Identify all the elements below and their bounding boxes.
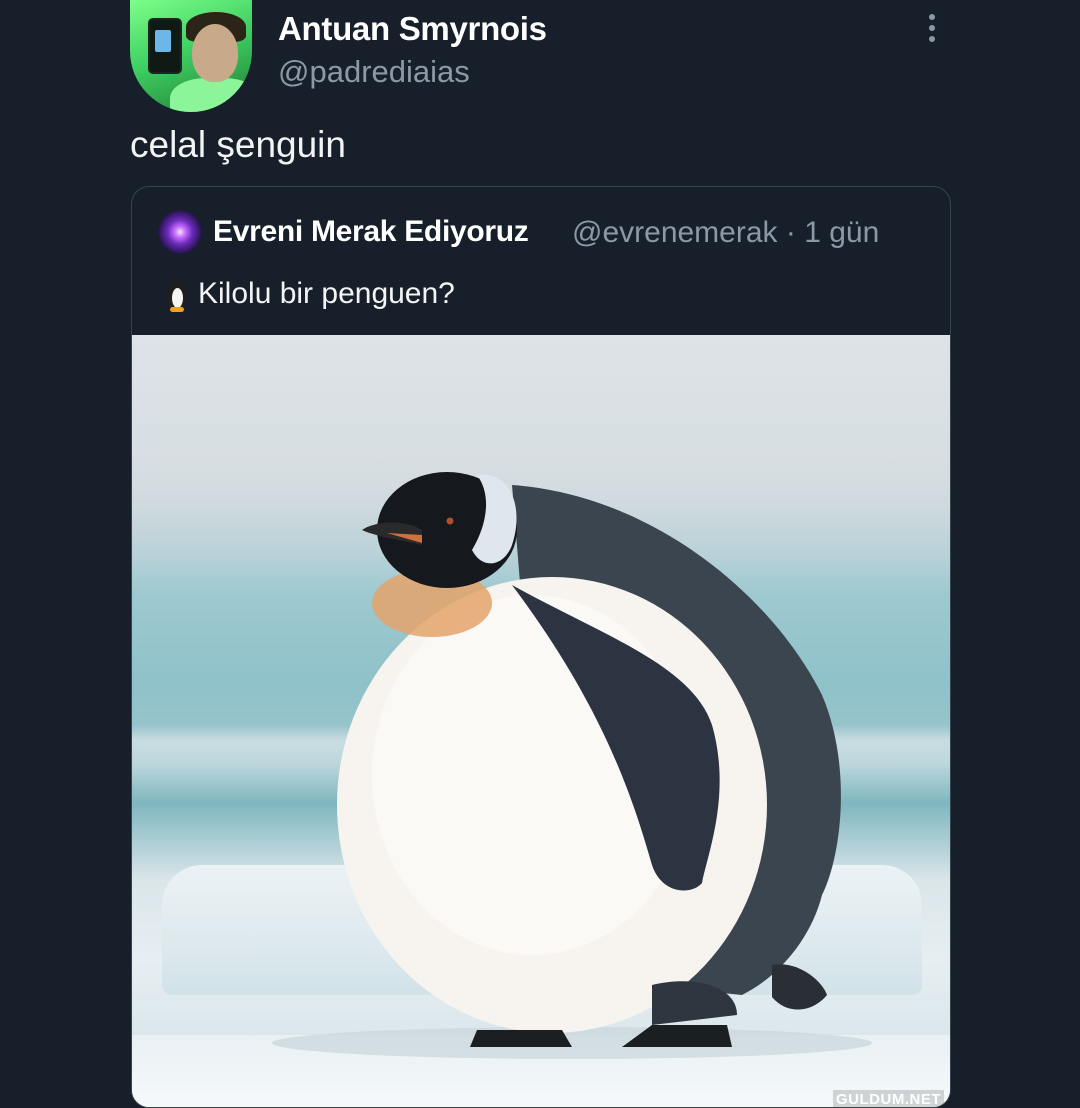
quoted-tweet-text-row: Kilolu bir penguen?: [164, 276, 455, 312]
penguin-illustration: [272, 472, 872, 1059]
tweet-media-image[interactable]: GULDUM.NET: [132, 335, 950, 1107]
quoted-author-name[interactable]: Evreni Merak Ediyoruz: [213, 215, 529, 249]
quoted-author-avatar[interactable]: [158, 210, 202, 254]
quoted-tweet-text: Kilolu bir penguen?: [198, 277, 455, 310]
quoted-tweet-card[interactable]: Evreni Merak Ediyoruz @evrenemerak · 1 g…: [131, 186, 951, 1108]
phone-icon: [148, 18, 182, 74]
watermark: GULDUM.NET: [833, 1090, 944, 1107]
more-options-icon[interactable]: [920, 10, 944, 46]
author-handle[interactable]: @padrediaias: [278, 54, 470, 90]
author-avatar[interactable]: [130, 0, 252, 112]
tweet: Antuan Smyrnois @padrediaias celal şengu…: [0, 0, 1080, 1108]
penguin-icon: [164, 276, 190, 312]
quoted-author-meta: @evrenemerak · 1 gün: [572, 216, 880, 249]
tweet-text: celal şenguin: [130, 124, 346, 165]
author-name[interactable]: Antuan Smyrnois: [278, 10, 547, 48]
